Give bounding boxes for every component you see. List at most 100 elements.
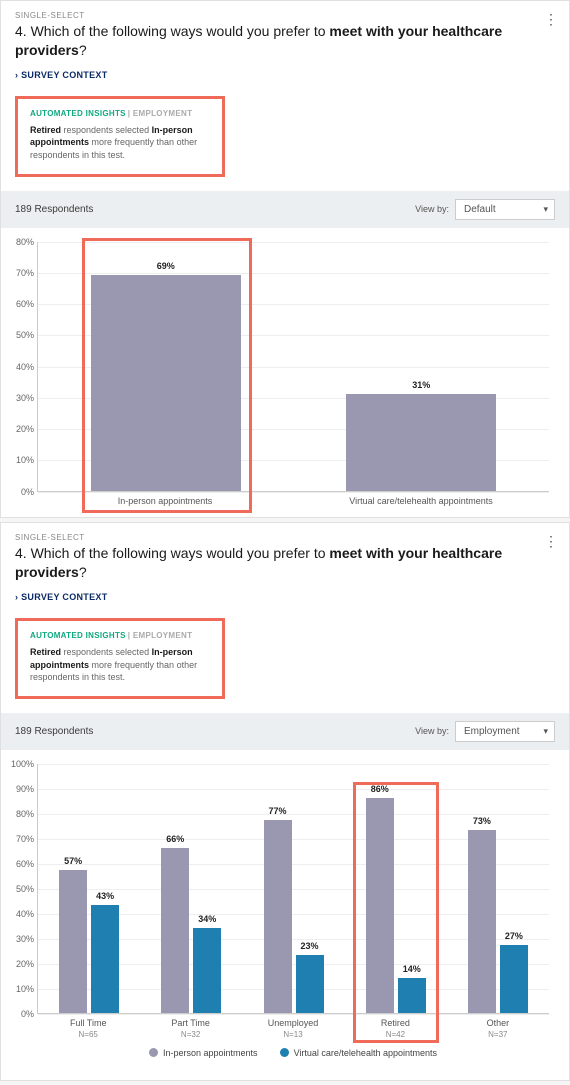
bar-value: 66% bbox=[166, 834, 184, 844]
bar-value: 27% bbox=[505, 931, 523, 941]
insight-tag-left: AUTOMATED INSIGHTS bbox=[30, 631, 126, 640]
category-name: Unemployed bbox=[268, 1018, 319, 1028]
bar-group: 57% 43% bbox=[38, 870, 140, 1013]
y-tick-label: 80% bbox=[10, 809, 34, 819]
bar-group: 73%27% bbox=[447, 830, 549, 1013]
y-tick-label: 40% bbox=[10, 362, 34, 372]
legend-label-b: Virtual care/telehealth appointments bbox=[294, 1048, 437, 1058]
bar: 31% bbox=[346, 394, 496, 491]
chart-controls: 189 Respondents View by: Default bbox=[1, 191, 569, 228]
survey-context-toggle[interactable]: SURVEY CONTEXT bbox=[15, 592, 555, 602]
bar-value: 23% bbox=[300, 941, 318, 951]
chart-1: 0%10%20%30%40%50%60%70%80%69%31% bbox=[37, 242, 549, 492]
category-n: N=65 bbox=[37, 1030, 139, 1040]
y-tick-label: 0% bbox=[10, 1009, 34, 1019]
bars-row: 57%43%66%34%77%23%86%14%73%27% bbox=[38, 764, 549, 1013]
insight-text: Retired respondents selected In-person a… bbox=[30, 124, 210, 162]
category-label: Full TimeN=65 bbox=[37, 1018, 139, 1040]
category-label: Virtual care/telehealth appointments bbox=[293, 496, 549, 508]
insight-mid-1: respondents selected bbox=[61, 647, 152, 657]
viewby-wrap: View by: Employment bbox=[415, 721, 555, 742]
y-tick-label: 100% bbox=[10, 759, 34, 769]
grid-line bbox=[38, 1014, 549, 1015]
overflow-menu-icon[interactable]: ⋮ bbox=[543, 11, 559, 27]
viewby-select[interactable]: Default bbox=[455, 199, 555, 220]
bars-row: 69% 31% bbox=[38, 242, 549, 491]
bar-virtual: 27% bbox=[500, 945, 528, 1013]
category-label: RetiredN=42 bbox=[344, 1018, 446, 1040]
result-card-employment: ⋮ SINGLE-SELECT 4. Which of the followin… bbox=[0, 522, 570, 1081]
question-prefix: 4. Which of the following ways would you… bbox=[15, 23, 329, 39]
insight-tag-right: | EMPLOYMENT bbox=[128, 631, 193, 640]
legend-item-virtual: Virtual care/telehealth appointments bbox=[280, 1048, 437, 1058]
legend-item-inperson: In-person appointments bbox=[149, 1048, 258, 1058]
survey-context-toggle[interactable]: SURVEY CONTEXT bbox=[15, 70, 555, 80]
question-prefix: 4. Which of the following ways would you… bbox=[15, 545, 329, 561]
bar-virtual: 34% bbox=[193, 928, 221, 1013]
bar-inperson: 57% bbox=[59, 870, 87, 1013]
category-n: N=42 bbox=[344, 1030, 446, 1040]
legend-label-a: In-person appointments bbox=[163, 1048, 258, 1058]
respondent-count: 189 Respondents bbox=[15, 204, 93, 215]
insight-tag-right: | EMPLOYMENT bbox=[128, 109, 193, 118]
swatch-grey-icon bbox=[149, 1048, 158, 1057]
bar-group: 86%14% bbox=[345, 798, 447, 1013]
viewby-wrap: View by: Default bbox=[415, 199, 555, 220]
question-type-tag: SINGLE-SELECT bbox=[15, 11, 555, 20]
automated-insight-box: AUTOMATED INSIGHTS| EMPLOYMENT Retired r… bbox=[15, 96, 225, 177]
y-tick-label: 50% bbox=[10, 330, 34, 340]
result-card-default: ⋮ SINGLE-SELECT 4. Which of the followin… bbox=[0, 0, 570, 518]
category-label: Unemployed N=13 bbox=[242, 1018, 344, 1040]
chart-1-categories: In-person appointmentsVirtual care/teleh… bbox=[37, 496, 549, 508]
bar-group: 31% bbox=[294, 394, 550, 491]
y-tick-label: 20% bbox=[10, 959, 34, 969]
bar-group: 69% bbox=[38, 275, 294, 491]
viewby-select[interactable]: Employment bbox=[455, 721, 555, 742]
bar-virtual: 14% bbox=[398, 978, 426, 1013]
bar: 69% bbox=[91, 275, 241, 491]
bar-group: 77%23% bbox=[242, 820, 344, 1013]
bar-inperson: 66% bbox=[161, 848, 189, 1013]
bar-value: 77% bbox=[268, 806, 286, 816]
bar-inperson: 86% bbox=[366, 798, 394, 1013]
chart-controls: 189 Respondents View by: Employment bbox=[1, 713, 569, 750]
category-n: N=32 bbox=[139, 1030, 241, 1040]
category-name: Part Time bbox=[171, 1018, 210, 1028]
chart-2-categories: Full TimeN=65 Part Time N=32 Unemployed N=13… bbox=[37, 1018, 549, 1040]
card-header: ⋮ SINGLE-SELECT 4. Which of the followin… bbox=[1, 523, 569, 610]
chart-2-wrap: 0%10%20%30%40%50%60%70%80%90%100%57%43%6… bbox=[1, 750, 569, 1080]
insight-tag: AUTOMATED INSIGHTS| EMPLOYMENT bbox=[30, 631, 210, 640]
bar-value: 57% bbox=[64, 856, 82, 866]
grid-line bbox=[38, 492, 549, 493]
chart-1-wrap: 0%10%20%30%40%50%60%70%80%69%31% In-pers… bbox=[1, 228, 569, 518]
bar-value: 14% bbox=[403, 964, 421, 974]
y-tick-label: 20% bbox=[10, 424, 34, 434]
category-label: Part Time N=32 bbox=[139, 1018, 241, 1040]
bar-inperson: 77% bbox=[264, 820, 292, 1013]
viewby-label: View by: bbox=[415, 204, 449, 214]
insight-tag-left: AUTOMATED INSIGHTS bbox=[30, 109, 126, 118]
bar-value: 69% bbox=[157, 261, 175, 271]
swatch-blue-icon bbox=[280, 1048, 289, 1057]
y-tick-label: 60% bbox=[10, 859, 34, 869]
y-tick-label: 60% bbox=[10, 299, 34, 309]
category-n: N=13 bbox=[242, 1030, 344, 1040]
bar-value: 86% bbox=[371, 784, 389, 794]
bar-virtual: 23% bbox=[296, 955, 324, 1013]
overflow-menu-icon[interactable]: ⋮ bbox=[543, 533, 559, 549]
question-suffix: ? bbox=[79, 42, 87, 58]
y-tick-label: 10% bbox=[10, 984, 34, 994]
bar-value: 43% bbox=[96, 891, 114, 901]
bar-value: 31% bbox=[412, 380, 430, 390]
category-name: Other bbox=[487, 1018, 510, 1028]
y-tick-label: 70% bbox=[10, 834, 34, 844]
bar-value: 34% bbox=[198, 914, 216, 924]
y-tick-label: 70% bbox=[10, 268, 34, 278]
chart-legend: In-person appointments Virtual care/tele… bbox=[37, 1040, 549, 1070]
y-tick-label: 40% bbox=[10, 909, 34, 919]
viewby-value: Employment bbox=[464, 726, 520, 737]
card-header: ⋮ SINGLE-SELECT 4. Which of the followin… bbox=[1, 1, 569, 88]
insight-text: Retired respondents selected In-person a… bbox=[30, 646, 210, 684]
category-n: N=37 bbox=[447, 1030, 549, 1040]
insight-bold-1: Retired bbox=[30, 125, 61, 135]
